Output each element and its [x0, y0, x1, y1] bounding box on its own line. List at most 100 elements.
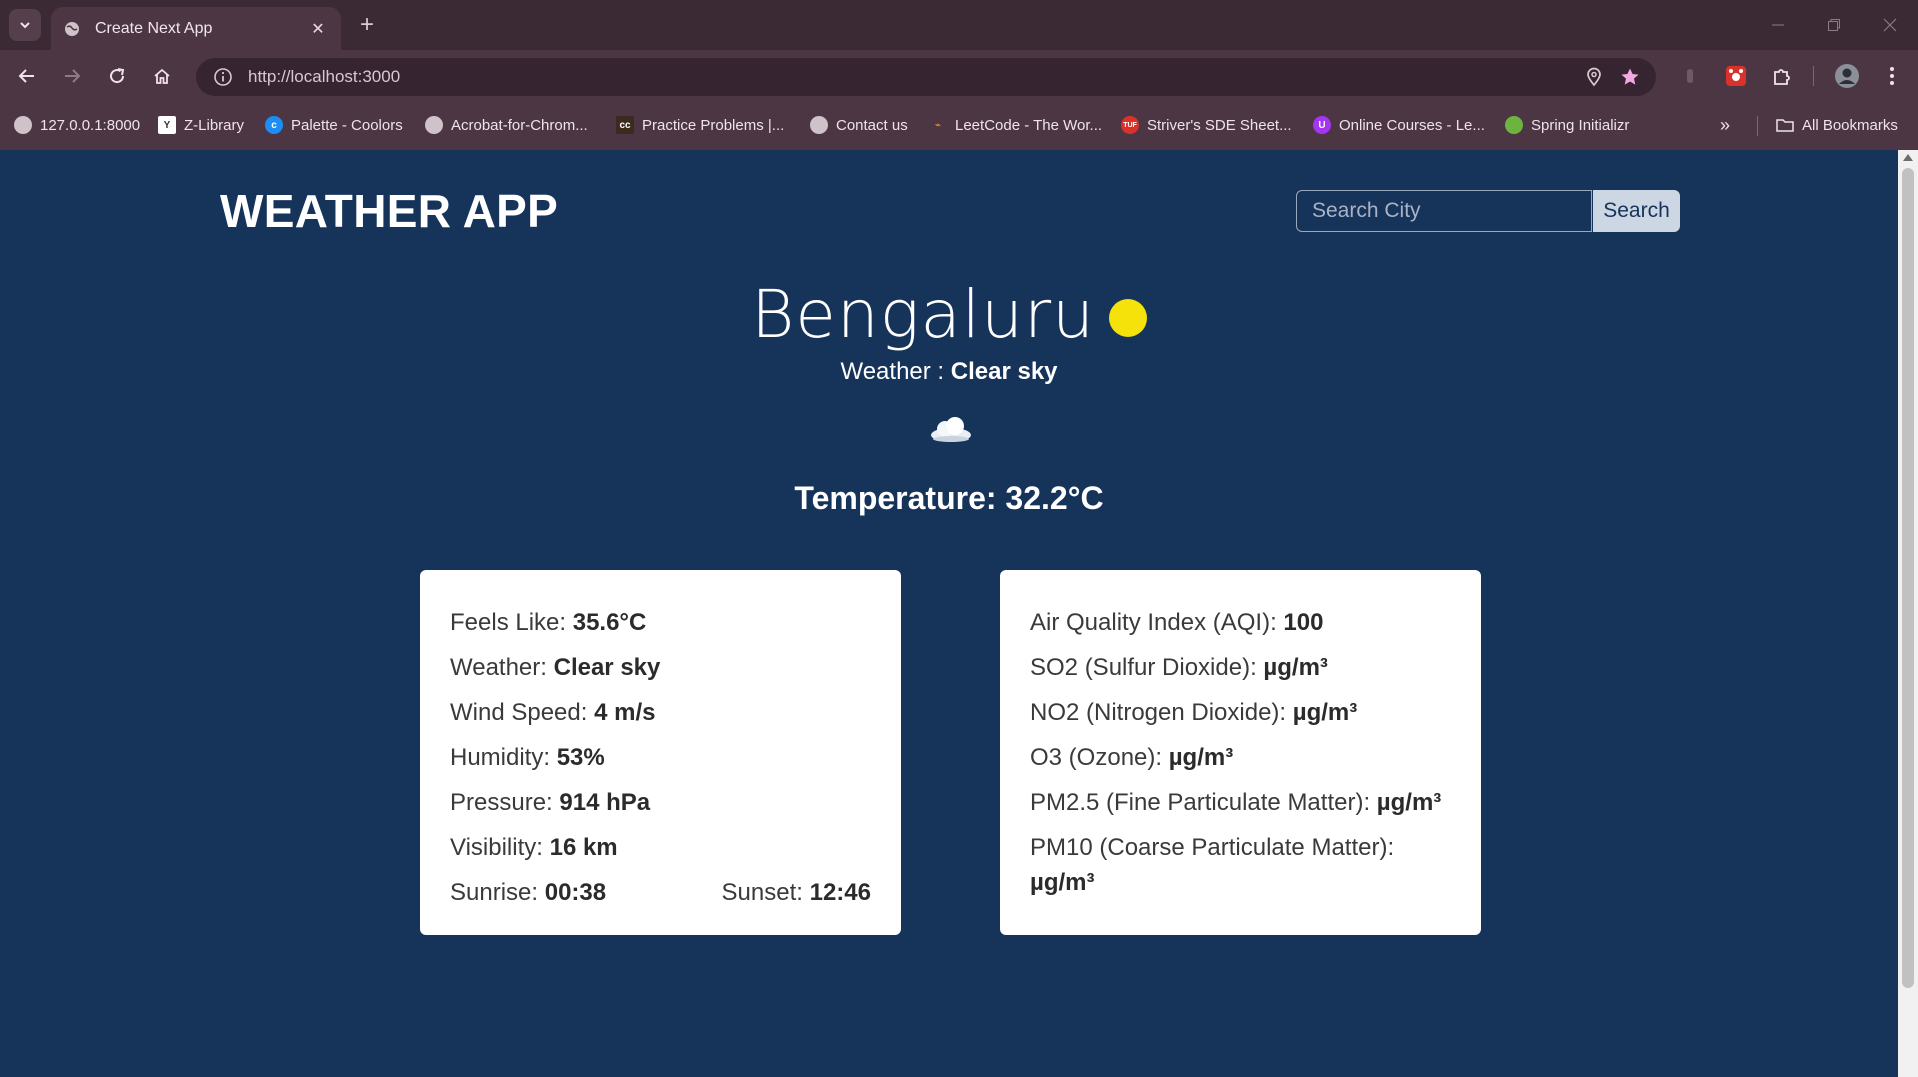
- sun-icon: [1108, 298, 1147, 337]
- bookmark-label: Online Courses - Le...: [1339, 116, 1485, 134]
- extension-toggle-icon[interactable]: [1674, 60, 1706, 92]
- city-name: Bengaluru: [751, 276, 1095, 353]
- sunrise-value: 00:38: [544, 879, 607, 906]
- close-window-button[interactable]: [1870, 10, 1910, 40]
- bookmark-star-icon[interactable]: [1612, 59, 1648, 95]
- o3-row: O3 (Ozone): µg/m³: [1030, 735, 1451, 780]
- so2-row: SO2 (Sulfur Dioxide): µg/m³: [1030, 645, 1451, 690]
- temperature-value: 32.2°C: [1005, 480, 1104, 516]
- all-bookmarks-button[interactable]: All Bookmarks: [1776, 114, 1898, 136]
- extension-red-icon[interactable]: [1720, 60, 1752, 92]
- bookmark-item[interactable]: Spring Initializr: [1505, 114, 1629, 136]
- search-city-input[interactable]: [1296, 190, 1592, 232]
- scroll-up-arrow-icon[interactable]: [1903, 154, 1913, 161]
- weather-summary: Weather : Clear sky: [0, 358, 1898, 386]
- bookmark-label: Z-Library: [184, 116, 245, 134]
- bookmark-item[interactable]: 127.0.0.1:8000: [14, 114, 140, 136]
- weather-value: Clear sky: [553, 654, 661, 681]
- pressure-label: Pressure:: [450, 789, 560, 816]
- globe-icon: [14, 116, 32, 134]
- address-bar[interactable]: http://localhost:3000: [196, 58, 1656, 96]
- bookmark-item[interactable]: U Online Courses - Le...: [1313, 114, 1485, 136]
- minimize-button[interactable]: [1758, 10, 1798, 40]
- more-bookmarks-icon[interactable]: »: [1720, 114, 1730, 136]
- url-text[interactable]: http://localhost:3000: [248, 67, 1576, 87]
- bookmark-item[interactable]: Contact us: [810, 114, 908, 136]
- o3-label: O3 (Ozone):: [1030, 744, 1169, 771]
- new-tab-button[interactable]: +: [352, 10, 382, 40]
- spring-icon: [1505, 116, 1523, 134]
- reload-icon: [110, 68, 125, 84]
- tuf-icon: TUF: [1121, 116, 1139, 134]
- bookmark-item[interactable]: Y Z-Library: [158, 114, 244, 136]
- pm25-unit: µg/m³: [1376, 789, 1442, 816]
- no2-label: NO2 (Nitrogen Dioxide):: [1030, 699, 1293, 726]
- wind-speed-label: Wind Speed:: [450, 699, 595, 726]
- visibility-row: Visibility: 16 km: [450, 825, 871, 870]
- sunset-value: 12:46: [809, 879, 871, 906]
- search-button[interactable]: Search: [1593, 190, 1680, 232]
- humidity-label: Humidity:: [450, 744, 557, 771]
- reload-button[interactable]: [100, 59, 134, 93]
- extensions-puzzle-icon[interactable]: [1766, 60, 1798, 92]
- active-tab[interactable]: Create Next App ✕: [51, 7, 341, 50]
- toolbar-divider: [1813, 66, 1814, 86]
- bookmark-label: Acrobat-for-Chrom...: [451, 116, 588, 134]
- feels-like-row: Feels Like: 35.6°C: [450, 600, 871, 645]
- bookmark-item[interactable]: cc Practice Problems |...: [616, 114, 784, 136]
- more-menu-icon[interactable]: [1876, 60, 1908, 92]
- so2-label: SO2 (Sulfur Dioxide):: [1030, 654, 1264, 681]
- location-pin-icon[interactable]: [1576, 59, 1612, 95]
- pressure-value: 914 hPa: [559, 789, 651, 816]
- pm10-label: PM10 (Coarse Particulate Matter):: [1030, 834, 1395, 861]
- restore-icon: [1828, 19, 1840, 31]
- weather-label: Weather:: [450, 654, 554, 681]
- pm10-row: PM10 (Coarse Particulate Matter): µg/m³: [1030, 830, 1451, 900]
- sun-times-row: Sunrise: 00:38 Sunset: 12:46: [450, 870, 871, 915]
- aqi-row: Air Quality Index (AQI): 100: [1030, 600, 1451, 645]
- feels-like-label: Feels Like:: [450, 609, 573, 636]
- sunrise-label: Sunrise:: [450, 879, 545, 906]
- tab-title: Create Next App: [95, 19, 213, 37]
- home-button[interactable]: [145, 59, 179, 93]
- bookmark-item[interactable]: Acrobat-for-Chrom...: [425, 114, 588, 136]
- weather-row: Weather: Clear sky: [450, 645, 871, 690]
- air-quality-card: Air Quality Index (AQI): 100 SO2 (Sulfur…: [1000, 570, 1481, 935]
- weather-page: WEATHER APP Search Bengaluru Weather : C…: [0, 150, 1898, 1077]
- tab-search-button[interactable]: [9, 9, 41, 41]
- bookmark-label: Spring Initializr: [1531, 116, 1630, 134]
- bookmark-label: Practice Problems |...: [642, 116, 785, 134]
- weather-summary-value: Clear sky: [950, 358, 1058, 385]
- udemy-icon: U: [1313, 116, 1331, 134]
- bookmark-item[interactable]: c Palette - Coolors: [265, 114, 403, 136]
- all-bookmarks-label: All Bookmarks: [1802, 116, 1898, 134]
- profile-avatar[interactable]: [1831, 60, 1863, 92]
- close-tab-icon[interactable]: ✕: [307, 19, 329, 39]
- tab-strip: Create Next App ✕ +: [0, 0, 1918, 50]
- cloud-icon: [929, 414, 973, 444]
- leetcode-icon: ⌁: [934, 119, 942, 131]
- bookmark-item[interactable]: TUF Striver's SDE Sheet...: [1121, 114, 1292, 136]
- close-icon: [1883, 18, 1897, 32]
- humidity-value: 53%: [556, 744, 605, 771]
- chevron-down-icon: [20, 22, 30, 29]
- sunrise: Sunrise: 00:38: [450, 870, 606, 915]
- app-title: WEATHER APP: [220, 185, 559, 237]
- restore-button[interactable]: [1814, 10, 1854, 40]
- globe-icon: [810, 116, 828, 134]
- forward-button[interactable]: [55, 59, 89, 93]
- back-button[interactable]: [10, 59, 44, 93]
- home-icon: [154, 68, 170, 84]
- wind-speed-value: 4 m/s: [594, 699, 656, 726]
- temperature-display: Temperature: 32.2°C: [0, 480, 1898, 517]
- scrollbar-thumb[interactable]: [1902, 168, 1914, 988]
- bookmark-item[interactable]: ⌁ LeetCode - The Wor...: [929, 114, 1102, 136]
- bookmark-label: 127.0.0.1:8000: [40, 116, 141, 134]
- page-scrollbar[interactable]: [1898, 150, 1918, 1077]
- site-info-icon[interactable]: [204, 58, 242, 96]
- feels-like-value: 35.6°C: [572, 609, 647, 636]
- sunset-label: Sunset:: [721, 879, 810, 906]
- pm25-row: PM2.5 (Fine Particulate Matter): µg/m³: [1030, 780, 1451, 825]
- temperature-label: Temperature:: [794, 480, 1006, 516]
- weather-details-card: Feels Like: 35.6°C Weather: Clear sky Wi…: [420, 570, 901, 935]
